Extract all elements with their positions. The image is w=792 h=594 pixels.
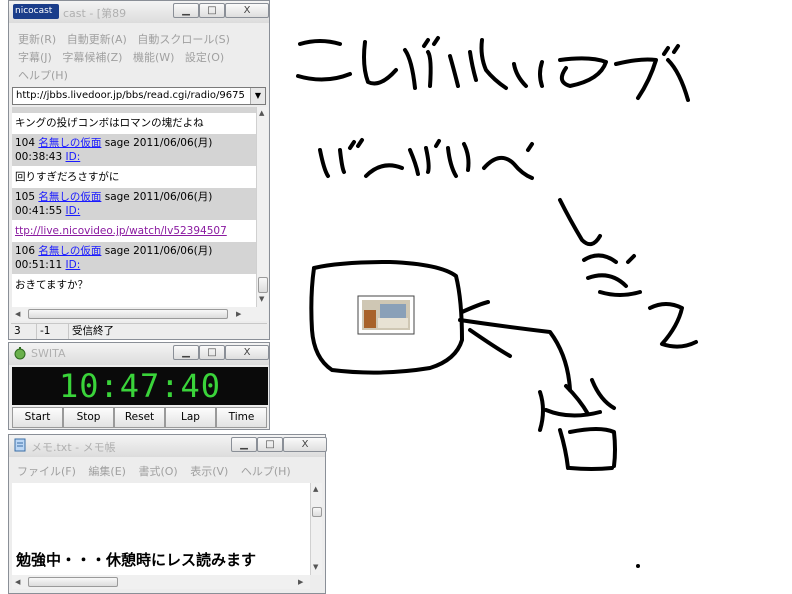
post-number: 105 [15, 191, 36, 203]
vertical-scrollbar[interactable]: ▲ ▼ [256, 107, 268, 307]
menu-item-view[interactable]: 表示(V) [190, 465, 228, 478]
poster-id-link[interactable]: ID: [66, 205, 81, 217]
url-text: http://jbbs.livedoor.jp/bbs/read.cgi/rad… [16, 90, 245, 101]
post-url-link[interactable]: ttp://live.nicovideo.jp/watch/lv52394507 [15, 225, 227, 237]
notepad-icon [14, 438, 26, 452]
minimize-button[interactable]: ▁ [231, 437, 257, 452]
start-button[interactable]: Start [12, 407, 63, 428]
embedded-thumbnail [357, 295, 415, 335]
swita-window: SWITA ▁ □ X 10:47:40 Start Stop Reset La… [8, 342, 270, 430]
scrollbar-thumb[interactable] [28, 309, 228, 319]
notepad-text-area[interactable]: 勉強中・・・休憩時にレス読みます [12, 483, 310, 575]
post-meta: sage 2011/06/06(月) [104, 137, 213, 149]
scroll-right-icon[interactable]: ▶ [236, 310, 241, 318]
status-count: 3 [11, 324, 37, 339]
post-number: 104 [15, 137, 36, 149]
window-title: SWITA [31, 347, 66, 360]
post-number: 106 [15, 245, 36, 257]
reset-button[interactable]: Reset [114, 407, 165, 428]
poster-name-link[interactable]: 名無しの仮面 [38, 245, 101, 257]
menu-item-functions[interactable]: 機能(W) [133, 51, 174, 64]
post-header: 105 名無しの仮面 sage 2011/06/06(月) 00:41:55 I… [12, 188, 256, 220]
close-button[interactable]: X [225, 345, 269, 360]
scroll-down-icon[interactable]: ▼ [259, 295, 264, 303]
window-title: メモ.txt - メモ帳 [31, 441, 116, 454]
notepad-text: 勉強中・・・休憩時にレス読みます [16, 551, 257, 569]
post-body: 回りすぎだろさすがに [15, 171, 120, 183]
notepad-menu-bar: ファイル(F) 編集(E) 書式(O) 表示(V) ヘルプ(H) [17, 463, 300, 479]
menu-item-subtitle-candidates[interactable]: 字幕候補(Z) [62, 51, 122, 64]
stop-button[interactable]: Stop [63, 407, 114, 428]
horizontal-scrollbar[interactable]: ◀ ▶ [12, 575, 310, 589]
window-title: cast - [第89 [63, 7, 127, 20]
menu-item-help[interactable]: ヘルプ(H) [18, 69, 68, 82]
poster-id-link[interactable]: ID: [66, 151, 81, 163]
status-offset: -1 [37, 324, 69, 339]
menu-item-format[interactable]: 書式(O) [138, 465, 177, 478]
nicocast-window: nicocast cast - [第89 ▁ □ X 更新(R) 自動更新(A)… [8, 0, 270, 340]
scroll-left-icon[interactable]: ◀ [15, 310, 20, 318]
scrollbar-thumb[interactable] [28, 577, 118, 587]
close-button[interactable]: X [225, 3, 269, 18]
ink-dot [636, 564, 640, 568]
minimize-button[interactable]: ▁ [173, 3, 199, 18]
post-body: ttp://live.nicovideo.jp/watch/lv52394507 [12, 220, 256, 242]
post-time: 00:51:11 [15, 259, 63, 271]
post-body: おきてますか？ [15, 279, 88, 291]
poster-id-link[interactable]: ID: [66, 259, 81, 271]
dropdown-arrow-icon[interactable]: ▼ [250, 88, 265, 104]
lap-button[interactable]: Lap [165, 407, 216, 428]
poster-name-link[interactable]: 名無しの仮面 [38, 191, 101, 203]
post-header: 104 名無しの仮面 sage 2011/06/06(月) 00:38:43 I… [12, 134, 256, 166]
url-combobox[interactable]: http://jbbs.livedoor.jp/bbs/read.cgi/rad… [12, 87, 266, 105]
maximize-button[interactable]: □ [199, 345, 225, 360]
menu-item-auto-scroll[interactable]: 自動スクロール(S) [137, 33, 230, 46]
message-list[interactable]: キングの投げコンボはロマンの塊だよね 104 名無しの仮面 sage 2011/… [12, 107, 256, 307]
scroll-up-icon[interactable]: ▲ [259, 109, 264, 117]
drawing-canvas[interactable] [270, 0, 792, 594]
post-body-partial: キングの投げコンボはロマンの塊だよね [15, 117, 204, 129]
nicocast-titlebar[interactable]: nicocast cast - [第89 ▁ □ X [9, 1, 269, 23]
handwriting-strokes [296, 36, 698, 471]
horizontal-scrollbar[interactable]: ◀ ▶ [12, 307, 268, 321]
maximize-button[interactable]: □ [199, 3, 225, 18]
menu-row-1: 更新(R) 自動更新(A) 自動スクロール(S) [18, 31, 237, 47]
post-meta: sage 2011/06/06(月) [104, 191, 213, 203]
menu-item-settings[interactable]: 設定(O) [185, 51, 224, 64]
post-time: 00:38:43 [15, 151, 63, 163]
menu-item-auto-refresh[interactable]: 自動更新(A) [67, 33, 127, 46]
status-message: 受信終了 [72, 325, 114, 337]
post-meta: sage 2011/06/06(月) [104, 245, 213, 257]
post-header: 106 名無しの仮面 sage 2011/06/06(月) 00:51:11 I… [12, 242, 256, 274]
scroll-left-icon[interactable]: ◀ [15, 578, 20, 586]
minimize-button[interactable]: ▁ [173, 345, 199, 360]
post-time: 00:41:55 [15, 205, 63, 217]
menu-row-2: 字幕(J) 字幕候補(Z) 機能(W) 設定(O) [18, 49, 231, 65]
status-bar: 3 -1 受信終了 [11, 323, 267, 339]
timer-display: 10:47:40 [12, 367, 268, 405]
time-button[interactable]: Time [216, 407, 267, 428]
menu-item-subtitle[interactable]: 字幕(J) [18, 51, 52, 64]
stopwatch-icon [14, 347, 26, 360]
menu-item-file[interactable]: ファイル(F) [17, 465, 76, 478]
menu-item-refresh[interactable]: 更新(R) [18, 33, 56, 46]
nicocast-logo: nicocast [13, 4, 59, 19]
scrollbar-thumb[interactable] [258, 277, 268, 293]
poster-name-link[interactable]: 名無しの仮面 [38, 137, 101, 149]
menu-row-3: ヘルプ(H) [18, 67, 75, 83]
menu-item-edit[interactable]: 編集(E) [88, 465, 126, 478]
swita-titlebar[interactable]: SWITA ▁ □ X [9, 343, 269, 365]
